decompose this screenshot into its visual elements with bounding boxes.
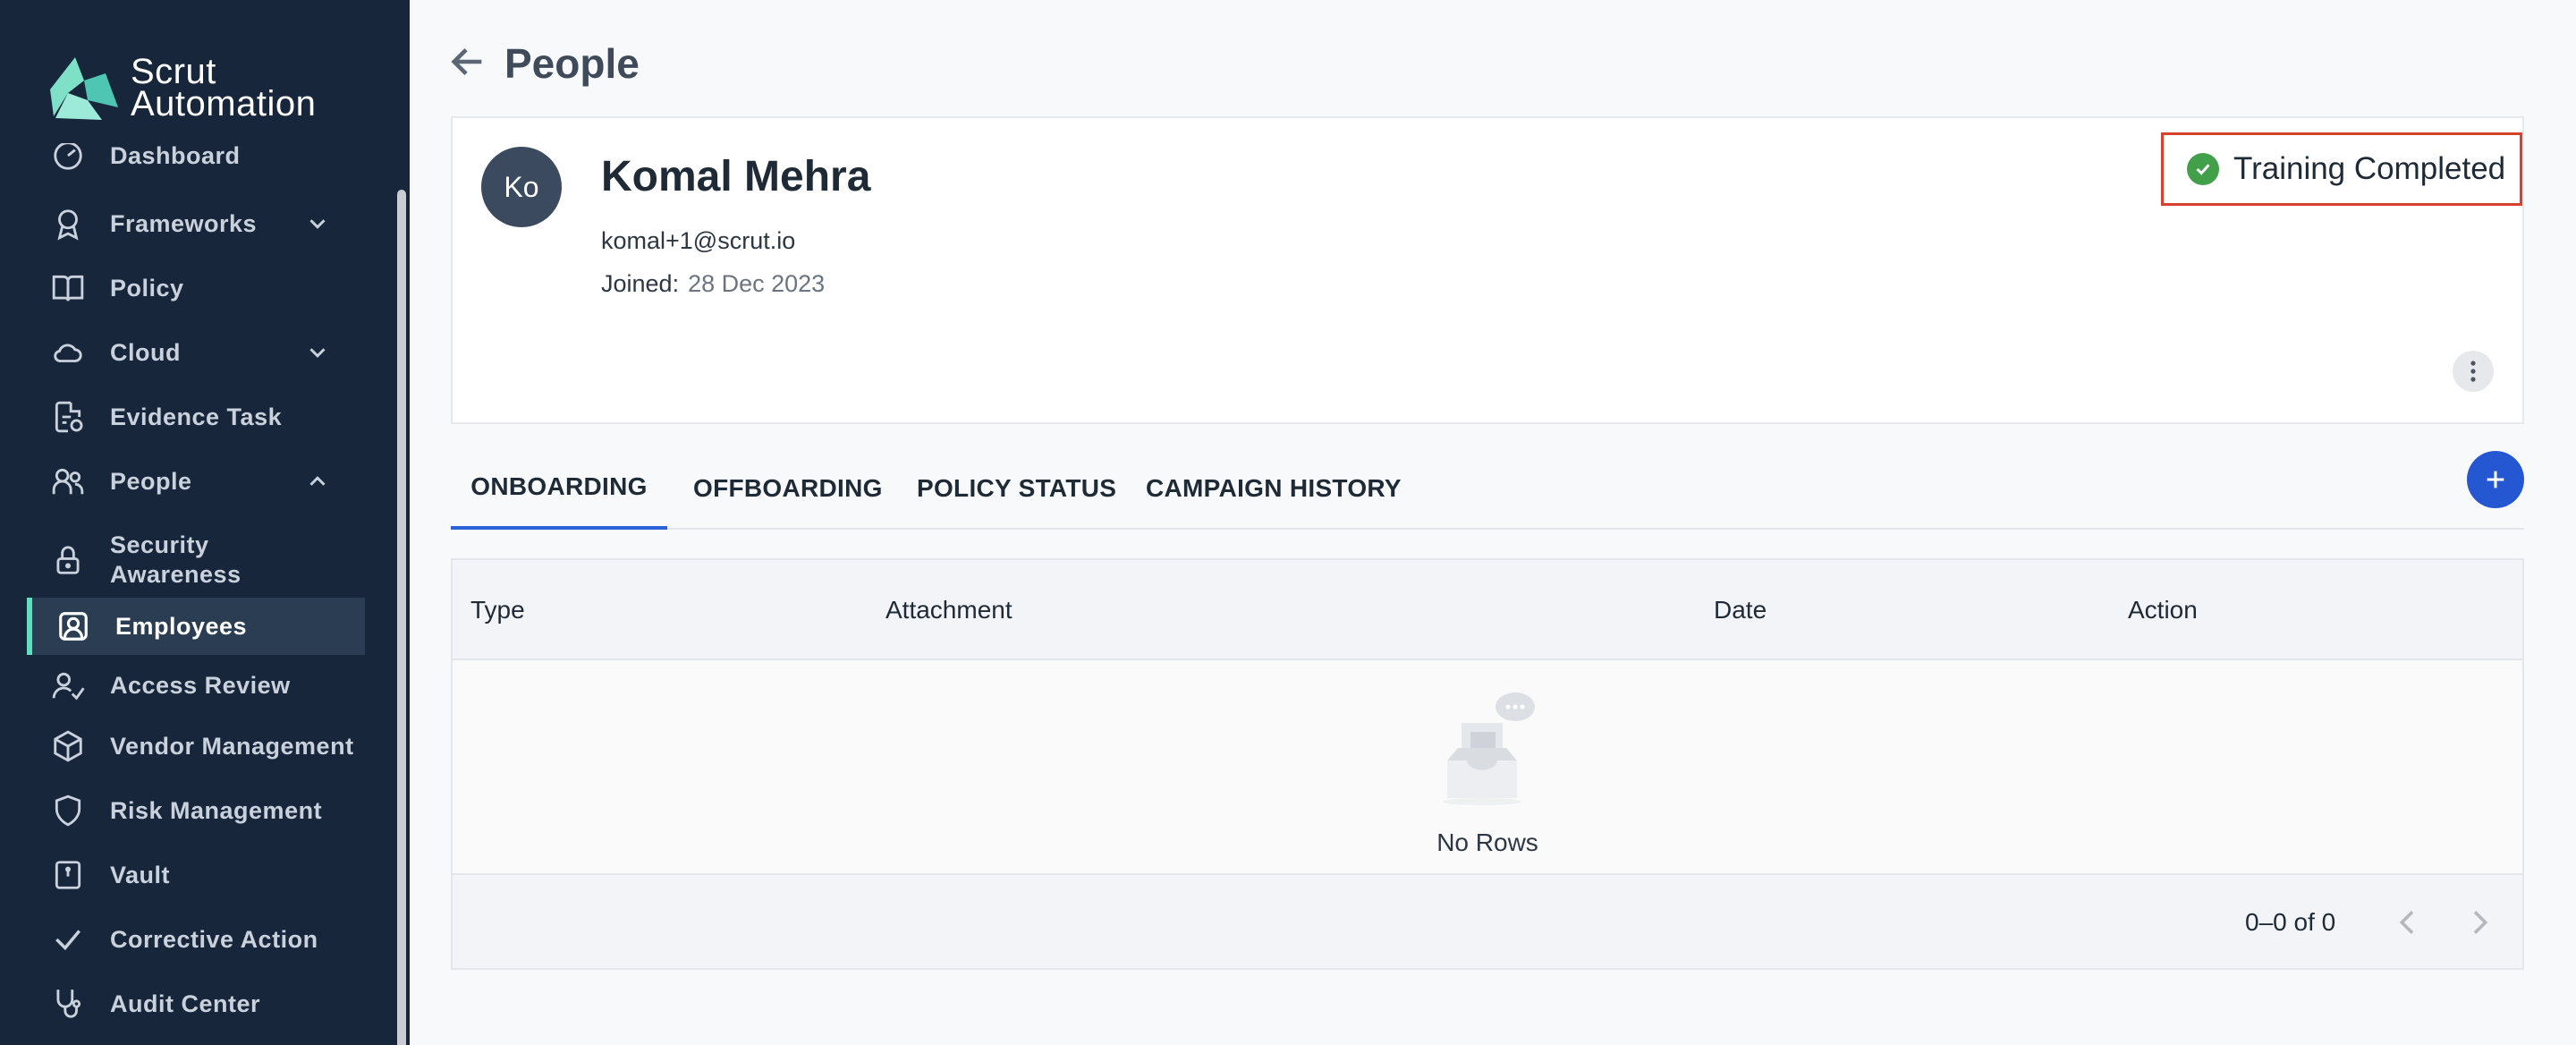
vault-icon: [50, 857, 86, 893]
employee-profile-card: Ko Komal Mehra komal+1@scrut.io Joined: 2…: [451, 116, 2524, 424]
sidebar-item-vault[interactable]: Vault: [0, 846, 394, 904]
kebab-menu-icon: [2470, 361, 2476, 382]
sidebar-item-risk-management[interactable]: Risk Management: [0, 782, 394, 839]
avatar: Ko: [481, 147, 562, 227]
chevron-down-icon[interactable]: [304, 339, 331, 366]
employee-email: komal+1@scrut.io: [601, 227, 796, 254]
column-header-attachment[interactable]: Attachment: [886, 560, 1013, 660]
tab-campaign-history[interactable]: CAMPAIGN HISTORY: [1146, 447, 1402, 530]
award-icon: [50, 206, 86, 242]
tab-policy-status[interactable]: POLICY STATUS: [917, 447, 1116, 530]
empty-inbox-icon: [1443, 692, 1535, 805]
chevron-up-icon[interactable]: [304, 468, 331, 495]
pagination-info: 0–0 of 0: [2245, 908, 2336, 936]
lock-icon: [50, 542, 86, 578]
sidebar-item-cloud[interactable]: Cloud: [0, 324, 394, 381]
tab-offboarding[interactable]: OFFBOARDING: [693, 447, 883, 530]
table-pagination: 0–0 of 0: [453, 873, 2522, 968]
sidebar: Scrut Automation Dashboard Frameworks Po…: [0, 0, 410, 1045]
check-circle-icon: [2187, 153, 2219, 185]
sidebar-item-frameworks[interactable]: Frameworks: [0, 195, 394, 252]
file-check-icon: [50, 399, 86, 435]
users-icon: [50, 463, 86, 499]
sidebar-item-dashboard[interactable]: Dashboard: [0, 143, 394, 184]
status-text: Training Completed: [2233, 151, 2506, 186]
scrut-logo[interactable]: Scrut Automation: [48, 54, 316, 122]
joined-date: Joined: 28 Dec 2023: [601, 270, 825, 298]
back-arrow-icon[interactable]: [447, 41, 488, 82]
tab-bar: ONBOARDING OFFBOARDING POLICY STATUS CAM…: [451, 447, 2524, 530]
sidebar-item-audit-center[interactable]: Audit Center: [0, 975, 394, 1032]
column-header-action[interactable]: Action: [2128, 560, 2198, 660]
sidebar-item-employees[interactable]: Employees: [27, 598, 365, 655]
sidebar-item-corrective-action[interactable]: Corrective Action: [0, 911, 394, 968]
column-header-type[interactable]: Type: [470, 560, 525, 660]
cloud-icon: [50, 335, 86, 370]
sidebar-item-label: Security Awareness: [110, 531, 242, 588]
stethoscope-icon: [50, 986, 86, 1022]
sidebar-nav: Dashboard Frameworks Policy Cloud Eviden…: [0, 143, 394, 1045]
add-button[interactable]: [2467, 451, 2524, 508]
sidebar-scrollbar[interactable]: [397, 190, 406, 1045]
training-status-badge: Training Completed: [2161, 132, 2522, 206]
sidebar-item-access-review[interactable]: Access Review: [0, 657, 394, 714]
previous-page-icon[interactable]: [2390, 905, 2426, 940]
employee-name: Komal Mehra: [601, 153, 871, 200]
table-header: Type Attachment Date Action: [453, 560, 2522, 660]
page-title: People: [504, 40, 640, 87]
column-header-date[interactable]: Date: [1714, 560, 1767, 660]
user-square-icon: [55, 608, 91, 644]
plus-icon: [2487, 471, 2504, 489]
shield-icon: [50, 793, 86, 828]
sidebar-item-vendor-management[interactable]: Vendor Management: [0, 718, 394, 775]
box-icon: [50, 728, 86, 764]
next-page-icon[interactable]: [2462, 905, 2497, 940]
sidebar-item-policy[interactable]: Policy: [0, 259, 394, 317]
logo-text: Scrut Automation: [131, 52, 317, 123]
joined-label: Joined:: [601, 270, 680, 297]
chevron-down-icon[interactable]: [304, 210, 331, 237]
onboarding-table: Type Attachment Date Action No Rows 0–0 …: [451, 558, 2524, 970]
joined-value: 28 Dec 2023: [688, 270, 826, 297]
sidebar-item-people[interactable]: People: [0, 453, 394, 510]
sidebar-item-evidence-task[interactable]: Evidence Task: [0, 388, 394, 446]
more-options-button[interactable]: [2453, 351, 2494, 392]
tab-onboarding[interactable]: ONBOARDING: [451, 447, 667, 530]
book-icon: [50, 270, 86, 306]
scrut-logo-icon: [50, 57, 118, 120]
user-check-icon: [50, 667, 86, 703]
sidebar-item-security-awareness[interactable]: Security Awareness: [0, 522, 394, 598]
empty-state-text: No Rows: [1436, 828, 1538, 856]
dashboard-icon: [50, 143, 86, 174]
check-icon: [50, 922, 86, 957]
